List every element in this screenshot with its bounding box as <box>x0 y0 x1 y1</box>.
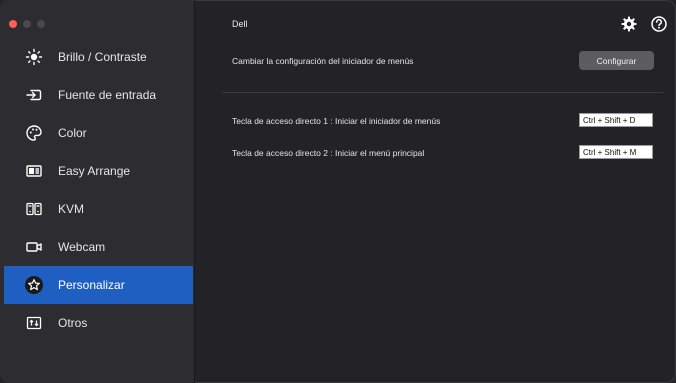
sidebar-item-label: Easy Arrange <box>58 164 131 178</box>
sidebar-item-webcam[interactable]: Webcam <box>4 228 193 266</box>
star-icon <box>24 275 44 295</box>
sidebar-item-kvm[interactable]: KVM <box>4 190 193 228</box>
window-controls <box>9 20 45 28</box>
shortcut-2-label: Tecla de acceso directo 2 : Iniciar el m… <box>232 148 425 158</box>
sidebar-item-label: Fuente de entrada <box>58 88 157 102</box>
main-panel: Dell Cambiar la configuración del inicia… <box>195 0 676 383</box>
sidebar-item-fuente-de-entrada[interactable]: Fuente de entrada <box>4 76 193 114</box>
close-window-button[interactable] <box>9 20 17 28</box>
app-window: Brillo / Contraste Fuente de entrada Col… <box>0 0 676 383</box>
sidebar-item-color[interactable]: Color <box>4 114 193 152</box>
shortcut-1-field[interactable]: Ctrl + Shift + D <box>579 113 653 127</box>
gear-icon[interactable] <box>620 15 638 33</box>
webcam-icon <box>24 237 44 257</box>
help-icon[interactable] <box>650 15 668 33</box>
minimize-window-button[interactable] <box>23 20 31 28</box>
palette-icon <box>24 123 44 143</box>
sidebar-item-personalizar[interactable]: Personalizar <box>4 266 193 304</box>
input-icon <box>24 85 44 105</box>
sidebar-item-otros[interactable]: Otros <box>4 304 193 342</box>
page-title: Dell <box>232 19 248 29</box>
menu-launcher-setting-label: Cambiar la configuración del iniciador d… <box>232 56 414 66</box>
divider <box>222 92 663 93</box>
sidebar: Brillo / Contraste Fuente de entrada Col… <box>0 0 195 383</box>
sidebar-item-label: Personalizar <box>58 278 125 292</box>
layout-icon <box>24 161 44 181</box>
configure-button[interactable]: Configurar <box>579 51 654 70</box>
sidebar-item-label: Otros <box>58 316 88 330</box>
sun-icon <box>24 47 44 67</box>
others-icon <box>24 313 44 333</box>
shortcut-1-label: Tecla de acceso directo 1 : Iniciar el i… <box>232 116 441 126</box>
sidebar-item-easy-arrange[interactable]: Easy Arrange <box>4 152 193 190</box>
sidebar-item-label: KVM <box>58 202 85 216</box>
sidebar-item-label: Webcam <box>58 240 106 254</box>
zoom-window-button[interactable] <box>37 20 45 28</box>
kvm-icon <box>24 199 44 219</box>
sidebar-item-label: Brillo / Contraste <box>58 50 147 64</box>
sidebar-item-label: Color <box>58 126 87 140</box>
sidebar-item-brillo-contraste[interactable]: Brillo / Contraste <box>4 38 193 76</box>
shortcut-2-field[interactable]: Ctrl + Shift + M <box>579 145 653 159</box>
